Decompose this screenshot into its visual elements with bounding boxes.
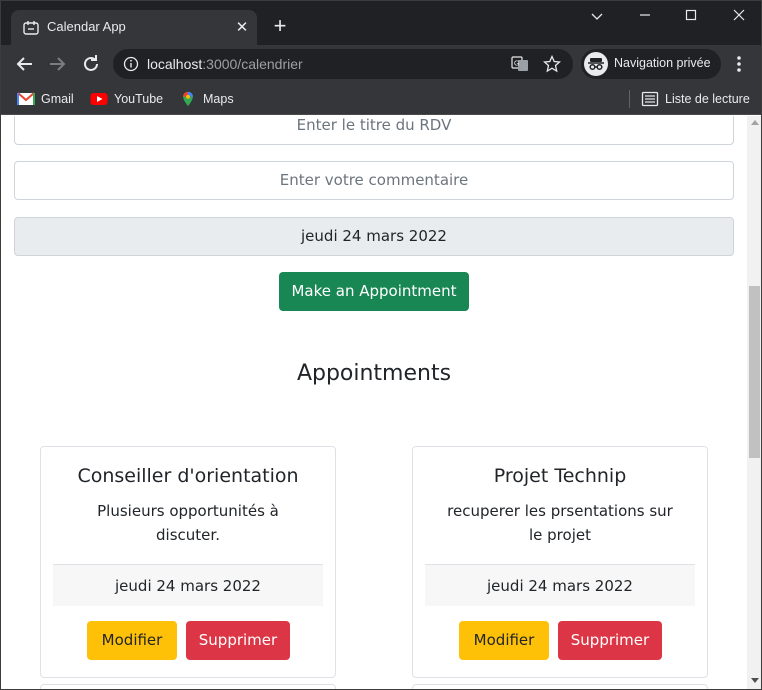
page-scrollbar[interactable] [747, 116, 761, 689]
browser-toolbar: localhost:3000/calendrier G Navigation p… [1, 45, 761, 83]
incognito-indicator[interactable]: Navigation privée [581, 49, 721, 79]
appointment-title-input[interactable]: Enter le titre du RDV [14, 116, 734, 145]
close-window-button[interactable] [727, 7, 751, 27]
info-icon[interactable] [123, 56, 139, 72]
scroll-thumb[interactable] [749, 286, 760, 458]
kebab-menu-icon[interactable] [729, 53, 749, 75]
title-bar: Calendar App ✕ + [1, 1, 761, 45]
appointment-card-partial [40, 684, 336, 689]
url-path: :3000/calendrier [202, 56, 303, 72]
incognito-label: Navigation privée [614, 56, 711, 70]
appointment-comment-input[interactable]: Enter votre commentaire [14, 161, 734, 200]
bookmark-label: Gmail [41, 92, 74, 106]
edit-button[interactable]: Modifier [87, 621, 177, 660]
address-bar[interactable]: localhost:3000/calendrier G [113, 49, 573, 79]
bookmarks-divider [629, 90, 630, 108]
appointment-date: jeudi 24 mars 2022 [53, 564, 323, 606]
close-tab-icon[interactable]: ✕ [233, 18, 251, 36]
calendar-favicon-icon [23, 21, 39, 35]
url-text[interactable]: localhost:3000/calendrier [147, 56, 303, 72]
forward-arrow-icon[interactable] [45, 52, 69, 76]
url-host: localhost [147, 56, 203, 72]
reload-icon[interactable] [79, 52, 103, 76]
appointment-title: Projet Technip [493, 465, 627, 487]
appointment-date-field[interactable]: jeudi 24 mars 2022 [14, 217, 734, 256]
chevron-down-icon[interactable] [585, 7, 609, 27]
appointment-card: Projet Technip recuperer les prsentation… [412, 446, 708, 678]
delete-button[interactable]: Supprimer [186, 621, 290, 660]
tab-title: Calendar App [47, 19, 126, 34]
svg-text:G: G [514, 61, 519, 68]
delete-button[interactable]: Supprimer [558, 621, 662, 660]
reading-list[interactable]: Liste de lecture [641, 89, 753, 109]
make-appointment-button[interactable]: Make an Appointment [279, 272, 469, 311]
gmail-icon [17, 92, 35, 105]
reading-list-icon [641, 91, 659, 107]
bookmark-label: Maps [203, 92, 234, 106]
reading-list-label: Liste de lecture [665, 92, 750, 106]
bookmark-label: YouTube [114, 92, 164, 106]
appointment-comment: recuperer les prsentations sur le projet [447, 502, 673, 544]
maps-icon [183, 91, 193, 107]
appointments-heading: Appointments [296, 361, 452, 386]
youtube-icon [90, 93, 108, 105]
maximize-button[interactable] [679, 7, 703, 27]
appointment-title: Conseiller d'orientation [77, 465, 299, 487]
bookmark-maps[interactable]: Maps [179, 89, 239, 109]
bookmarks-bar: Gmail YouTube Maps Liste de lecture [1, 83, 761, 115]
incognito-icon [584, 52, 608, 76]
appointment-card-partial [412, 684, 708, 689]
appointment-card: Conseiller d'orientation Plusieurs oppor… [40, 446, 336, 678]
browser-window: Calendar App ✕ + localhost:3000/calendri… [0, 0, 762, 690]
bookmark-gmail[interactable]: Gmail [17, 89, 77, 109]
scroll-up-arrow-icon[interactable] [751, 120, 759, 125]
translate-icon[interactable]: G [511, 56, 529, 72]
back-arrow-icon[interactable] [13, 52, 37, 76]
appointment-date: jeudi 24 mars 2022 [425, 564, 695, 606]
minimize-button[interactable] [633, 7, 657, 27]
appointment-comment: Plusieurs opportunités à discuter. [97, 502, 279, 544]
new-tab-button[interactable]: + [269, 15, 291, 37]
edit-button[interactable]: Modifier [459, 621, 549, 660]
scroll-down-arrow-icon[interactable] [751, 678, 759, 683]
browser-tab[interactable]: Calendar App ✕ [11, 10, 257, 45]
page-viewport: Enter le titre du RDV Enter votre commen… [1, 116, 747, 689]
bookmark-star-icon[interactable] [543, 55, 561, 73]
bookmark-youtube[interactable]: YouTube [90, 89, 166, 109]
